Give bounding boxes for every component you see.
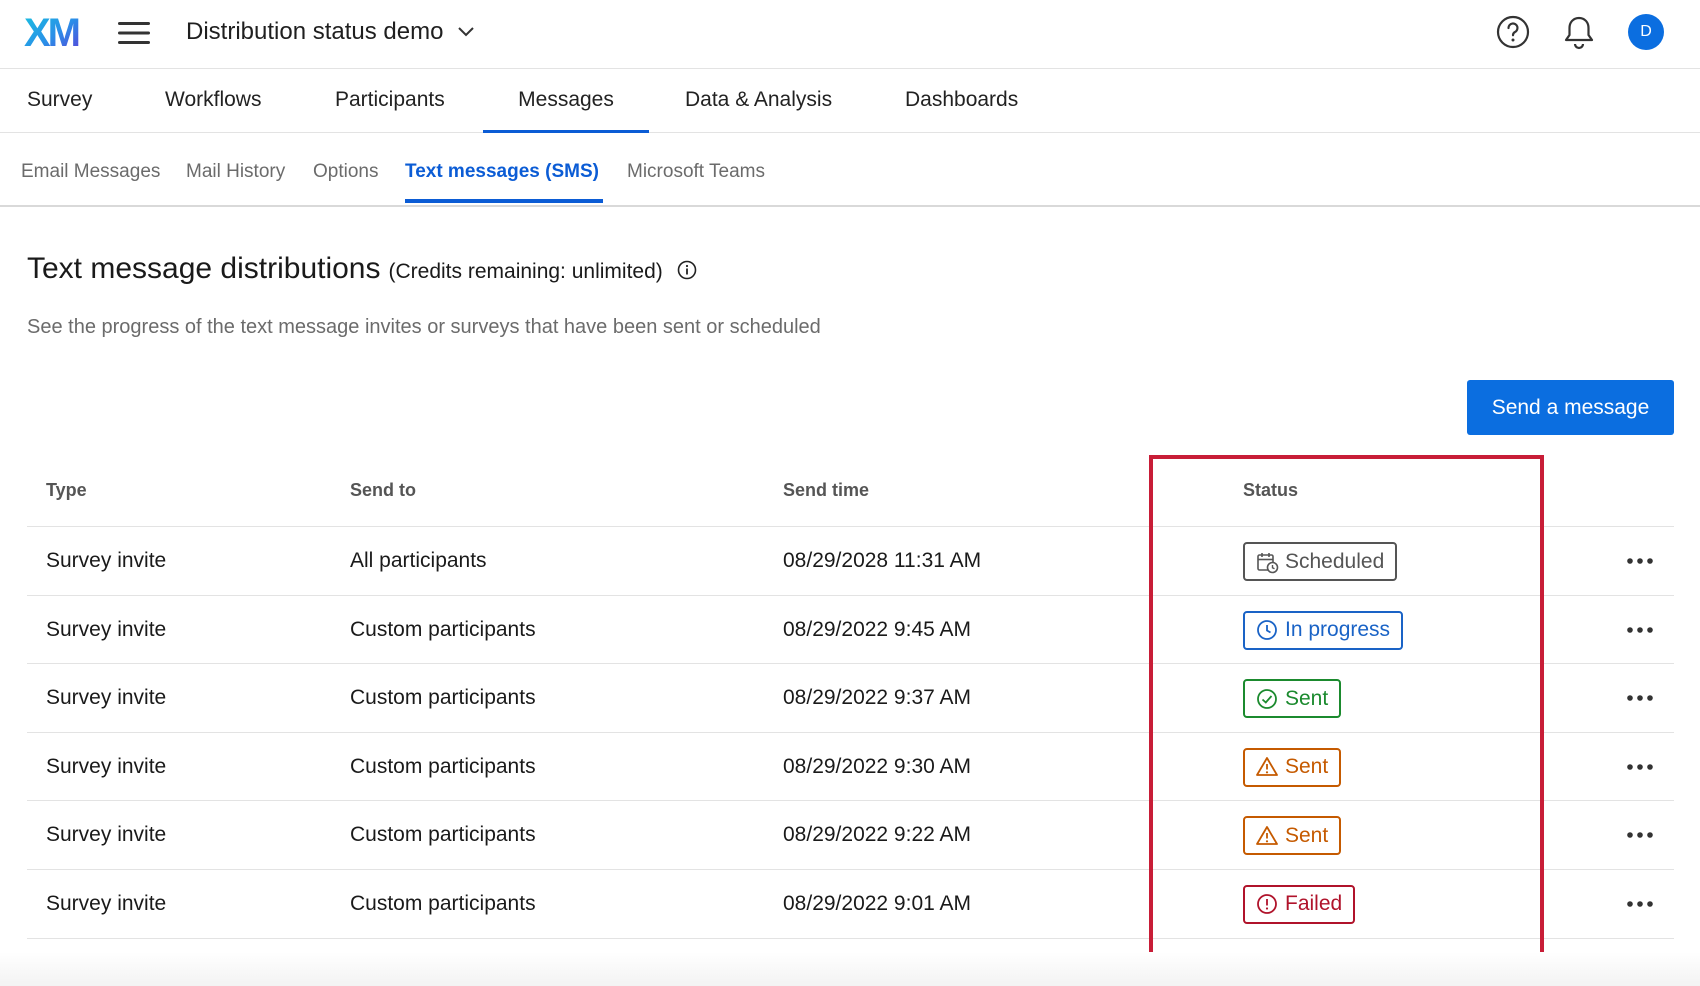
subtab-label: Text messages (SMS) xyxy=(405,161,599,182)
help-icon[interactable] xyxy=(1495,14,1531,50)
tab-label: Survey xyxy=(27,88,93,111)
header-send-time[interactable]: Send time xyxy=(783,460,869,520)
xm-logo[interactable]: XM xyxy=(24,11,86,55)
tab-label: Workflows xyxy=(165,88,262,111)
cell-type: Survey invite xyxy=(46,686,167,710)
cell-type: Survey invite xyxy=(46,617,167,641)
cell-send-to: Custom participants xyxy=(350,686,536,710)
cell-type: Survey invite xyxy=(46,549,167,572)
sub-nav: Email Messages Mail History Options Text… xyxy=(0,133,1700,207)
more-options-icon[interactable] xyxy=(1625,620,1655,640)
page-title: Text message distributions xyxy=(27,252,381,285)
cell-send-to: Custom participants xyxy=(350,891,536,915)
project-selector[interactable]: Distribution status demo xyxy=(186,17,475,47)
active-subtab-indicator xyxy=(405,199,603,203)
tab-messages[interactable]: Messages xyxy=(483,69,649,133)
tab-dashboards[interactable]: Dashboards xyxy=(905,69,1018,133)
more-options-icon[interactable] xyxy=(1625,688,1655,708)
top-bar: XM Distribution status demo D xyxy=(0,0,1700,69)
cell-send-time: 08/29/2022 9:22 AM xyxy=(783,823,971,847)
cell-type: Survey invite xyxy=(46,823,167,847)
hamburger-menu-icon[interactable] xyxy=(116,18,152,48)
cell-send-time: 08/29/2028 11:31 AM xyxy=(783,549,982,572)
subtab-text-messages-sms[interactable]: Text messages (SMS) xyxy=(405,133,599,207)
cell-send-time: 08/29/2022 9:30 AM xyxy=(783,754,971,778)
main-nav: Survey Workflows Participants Messages D… xyxy=(0,69,1700,133)
tab-label: Messages xyxy=(518,88,614,111)
subtab-options[interactable]: Options xyxy=(313,133,378,207)
send-message-button[interactable]: Send a message xyxy=(1467,380,1674,435)
cell-type: Survey invite xyxy=(46,754,167,778)
more-options-icon[interactable] xyxy=(1625,894,1655,914)
subtab-microsoft-teams[interactable]: Microsoft Teams xyxy=(627,133,765,207)
info-icon[interactable] xyxy=(677,260,697,280)
tab-survey[interactable]: Survey xyxy=(27,69,92,133)
cell-type: Survey invite xyxy=(46,891,167,915)
more-options-icon[interactable] xyxy=(1625,551,1655,571)
more-options-icon[interactable] xyxy=(1625,757,1655,777)
header-type[interactable]: Type xyxy=(46,460,87,520)
cell-send-to: All participants xyxy=(350,549,487,572)
cell-send-time: 08/29/2022 9:45 AM xyxy=(783,617,971,641)
tab-label: Dashboards xyxy=(905,88,1019,111)
project-title: Distribution status demo xyxy=(186,18,444,45)
page-description: See the progress of the text message inv… xyxy=(27,316,821,338)
subtab-label: Microsoft Teams xyxy=(627,161,765,182)
tab-label: Participants xyxy=(335,88,445,111)
subtab-label: Options xyxy=(313,161,379,182)
subtab-label: Mail History xyxy=(186,161,286,182)
cell-send-to: Custom participants xyxy=(350,617,536,641)
subtab-mail-history[interactable]: Mail History xyxy=(186,133,285,207)
page-heading: Text message distributions (Credits rema… xyxy=(27,252,697,286)
bottom-shadow xyxy=(0,952,1700,986)
cell-send-time: 08/29/2022 9:01 AM xyxy=(783,891,971,915)
cell-send-time: 08/29/2022 9:37 AM xyxy=(783,686,971,710)
tab-label: Data & Analysis xyxy=(685,88,833,111)
cell-send-to: Custom participants xyxy=(350,823,536,847)
avatar-initial: D xyxy=(1640,23,1652,40)
cell-send-to: Custom participants xyxy=(350,754,536,778)
status-column-highlight xyxy=(1149,455,1544,960)
tab-workflows[interactable]: Workflows xyxy=(165,69,261,133)
bell-icon[interactable] xyxy=(1562,14,1596,50)
chevron-down-icon xyxy=(458,27,475,37)
subtab-label: Email Messages xyxy=(21,161,161,182)
header-send-to[interactable]: Send to xyxy=(350,460,416,520)
more-options-icon[interactable] xyxy=(1625,825,1655,845)
user-avatar[interactable]: D xyxy=(1628,14,1664,50)
subtab-email-messages[interactable]: Email Messages xyxy=(21,133,160,207)
tab-participants[interactable]: Participants xyxy=(335,69,445,133)
credits-remaining: (Credits remaining: unlimited) xyxy=(388,260,663,283)
tab-data-analysis[interactable]: Data & Analysis xyxy=(685,69,832,133)
logo-text: XM xyxy=(24,12,79,52)
